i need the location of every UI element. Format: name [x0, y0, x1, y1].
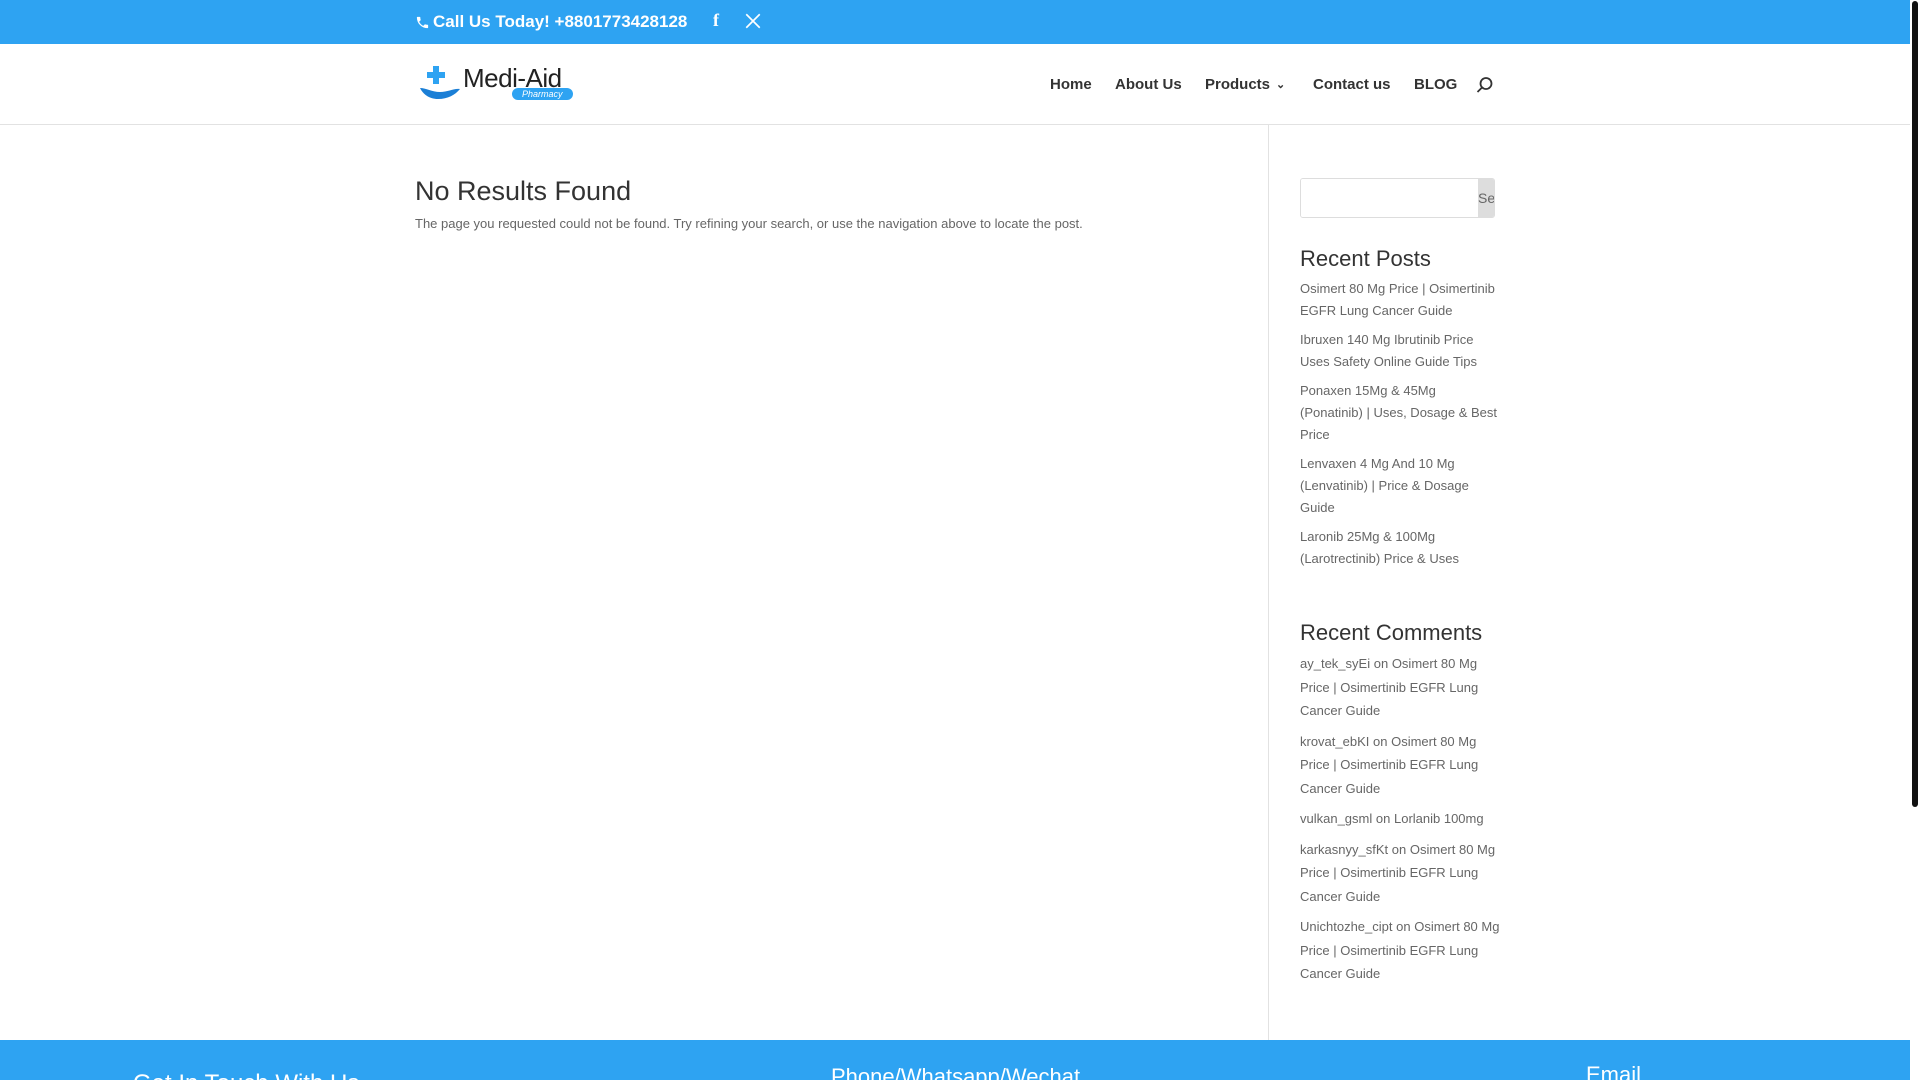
facebook-icon[interactable]: f: [713, 10, 719, 31]
comment-author: karkasnyy_sfKt: [1300, 841, 1389, 857]
on-text: on: [1396, 919, 1411, 934]
no-results-message: The page you requested could not be foun…: [415, 216, 1083, 231]
comment-item: ay_tek_syEi on Osimert 80 Mg Price | Osi…: [1300, 652, 1500, 723]
scrollbar[interactable]: [1910, 0, 1920, 1080]
nav-blog[interactable]: BLOG: [1414, 76, 1457, 93]
comment-item: karkasnyy_sfKt on Osimert 80 Mg Price | …: [1300, 838, 1500, 909]
footer-phone-heading: Phone/Whatsapp/Wechat: [831, 1064, 1081, 1080]
recent-posts: Recent Posts Osimert 80 Mg Price | Osime…: [1300, 246, 1500, 577]
sidebar-divider: [1268, 125, 1269, 1041]
recent-post-link[interactable]: Osimert 80 Mg Price | Osimertinib EGFR L…: [1300, 278, 1500, 322]
comment-item: krovat_ebKI on Osimert 80 Mg Price | Osi…: [1300, 730, 1500, 801]
on-text: on: [1373, 733, 1388, 749]
page-title: No Results Found: [415, 176, 632, 206]
comment-item: vulkan_gsml on Lorlanib 100mg: [1300, 807, 1500, 831]
header: Medi-Aid Pharmacy Home About Us Products…: [0, 44, 1910, 125]
search-icon[interactable]: [1476, 76, 1494, 94]
comment-item: Unichtozhe_cipt on Osimert 80 Mg Price |…: [1300, 915, 1500, 986]
comment-author: vulkan_gsml: [1300, 811, 1373, 826]
on-text: on: [1375, 811, 1391, 826]
call-info: Call Us Today! +8801773428128: [415, 12, 687, 32]
recent-post-link[interactable]: Laronib 25Mg & 100Mg (Larotrectinib) Pri…: [1300, 526, 1500, 570]
nav-home[interactable]: Home: [1050, 76, 1092, 93]
recent-comments-title: Recent Comments: [1300, 620, 1483, 645]
page: Call Us Today! +8801773428128 f Medi-Aid…: [0, 0, 1910, 1080]
phone-icon: [416, 16, 429, 28]
footer: Get In Touch With Us Phone/Whatsapp/Wech…: [0, 1040, 1910, 1080]
search-input[interactable]: [1301, 179, 1478, 217]
call-text: Call Us Today! +8801773428128: [433, 12, 688, 31]
on-text: on: [1373, 656, 1389, 671]
logo-hand-cross-icon: [420, 66, 460, 99]
on-text: on: [1391, 841, 1407, 857]
scrollbar-thumb[interactable]: [1912, 1, 1918, 807]
nav-contact-us[interactable]: Contact us: [1313, 76, 1391, 93]
chevron-down-icon: ⌄: [1276, 79, 1286, 91]
recent-comments: Recent Comments ay_tek_syEi on Osimert 8…: [1300, 620, 1500, 993]
comment-author: krovat_ebKI: [1300, 733, 1370, 749]
comment-post-link[interactable]: Lorlanib 100mg: [1394, 811, 1484, 826]
footer-get-in-touch: Get In Touch With Us: [133, 1070, 359, 1080]
comment-author: ay_tek_syEi: [1300, 656, 1371, 671]
recent-post-link[interactable]: Lenvaxen 4 Mg And 10 Mg (Lenvatinib) | P…: [1300, 453, 1500, 519]
nav-about-us[interactable]: About Us: [1115, 76, 1182, 93]
search-button[interactable]: Search: [1478, 179, 1494, 217]
recent-post-link[interactable]: Ponaxen 15Mg & 45Mg (Ponatinib) | Uses, …: [1300, 380, 1500, 446]
sidebar-search: Search: [1300, 178, 1495, 218]
nav-products[interactable]: Products: [1205, 76, 1270, 93]
comment-author: Unichtozhe_cipt: [1300, 919, 1393, 934]
x-twitter-icon[interactable]: [744, 12, 762, 30]
logo-subtext: Pharmacy: [512, 88, 573, 100]
footer-email-heading: Email: [1586, 1062, 1642, 1080]
logo[interactable]: Medi-Aid Pharmacy: [419, 64, 573, 100]
top-bar: Call Us Today! +8801773428128 f: [0, 0, 1910, 44]
recent-posts-title: Recent Posts: [1300, 246, 1431, 271]
recent-post-link[interactable]: Ibruxen 140 Mg Ibrutinib Price Uses Safe…: [1300, 329, 1500, 373]
